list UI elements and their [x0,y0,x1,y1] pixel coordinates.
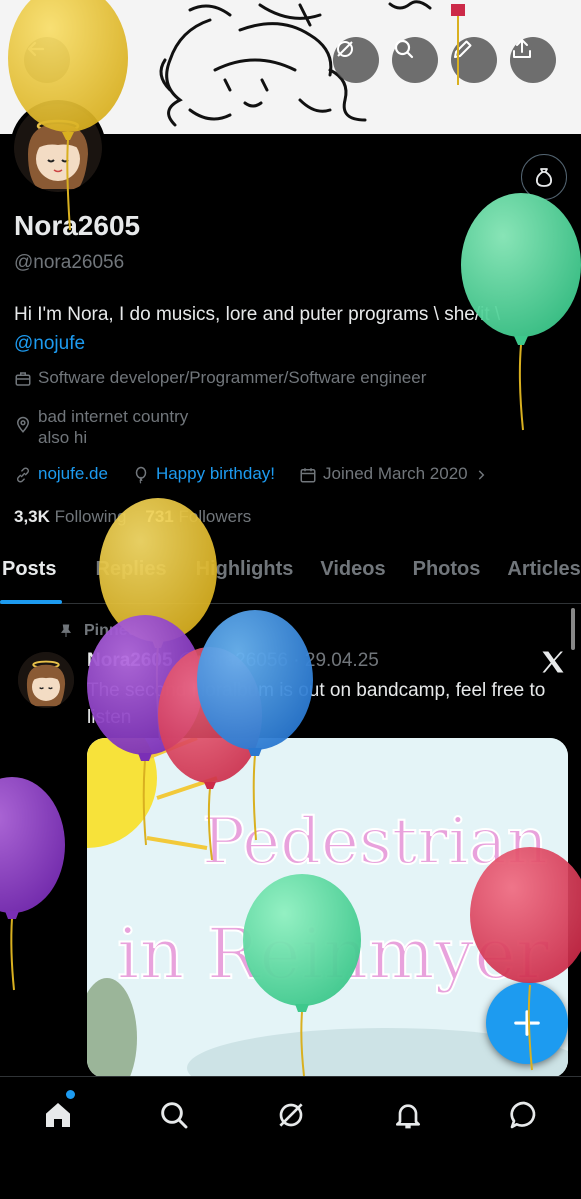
user-handle: @nora26056 [14,252,125,273]
followers-link[interactable]: 731 Followers [145,507,251,526]
location-line2: also hi [38,428,88,447]
tab-highlights[interactable]: Highlights [180,550,307,604]
profile-bio: Hi I'm Nora, I do musics, lore and puter… [14,300,574,358]
share-icon [513,39,531,58]
nav-messages[interactable] [504,1095,544,1135]
x-logo-icon [542,651,564,673]
search-button[interactable] [392,37,438,83]
chevron-right-icon[interactable] [474,468,488,482]
pin-icon [61,624,71,637]
bio-mention-link[interactable]: @nojufe [14,333,85,354]
profile-tabs: Posts Replies Highlights Videos Photos A… [0,550,581,604]
briefcase-icon [15,372,31,386]
balloon-purple-left [0,777,65,991]
bell-icon [396,1104,420,1129]
occupation-text: Software developer/Programmer/Software e… [38,368,427,387]
calendar-icon [300,468,316,483]
following-label: Following [54,507,127,526]
scrollbar[interactable] [571,608,575,650]
balloon-icon [135,466,147,484]
joined-date: Joined March 2020 [323,464,468,483]
tab-articles[interactable]: Articles [493,550,581,604]
website-link[interactable]: nojufe.de [38,464,108,484]
display-name: Nora2605 [14,210,141,241]
post-author-avatar[interactable] [18,652,74,708]
back-button[interactable] [24,37,70,83]
followers-label: Followers [178,507,252,526]
nav-search[interactable] [154,1095,194,1135]
tab-videos[interactable]: Videos [306,550,398,604]
following-count: 3,3K [14,507,50,526]
back-arrow-icon [27,41,45,57]
location-row: bad internet country also hi [14,406,188,448]
post-separator: · [293,650,300,671]
tab-posts[interactable]: Posts [0,550,69,604]
profile-links-row: nojufe.de Happy birthday! Joined March 2… [14,464,506,484]
grok-icon [279,1103,303,1127]
nav-notifications[interactable] [388,1095,428,1135]
tip-button[interactable] [521,154,567,200]
grok-button[interactable] [333,37,379,83]
grok-icon [337,41,353,57]
profile-avatar[interactable] [10,100,106,196]
post-date[interactable]: 29.04.25 [305,650,379,671]
search-icon [161,1102,188,1129]
bio-text: Hi I'm Nora, I do musics, lore and puter… [14,304,501,325]
occupation-row: Software developer/Programmer/Software e… [14,368,426,388]
share-button[interactable] [510,37,556,83]
moneybag-icon [535,168,553,187]
home-icon [46,1103,70,1127]
edit-button[interactable] [451,37,497,83]
post-text: The second Noralbum is out on bandcamp, … [87,680,546,728]
location-pin-icon [16,416,30,433]
chat-bubble-icon [510,1101,536,1129]
birthday-text[interactable]: Happy birthday! [156,464,275,484]
plus-icon [514,1010,540,1036]
avatar-illustration [14,104,102,192]
compose-button[interactable] [486,982,568,1064]
search-icon [394,39,414,59]
nav-home[interactable] [38,1095,78,1135]
post-avatar-illustration [18,652,74,708]
post-author-name[interactable]: Nora2605 [87,650,173,671]
bottom-navigation [0,1076,581,1199]
home-notification-dot [66,1090,75,1099]
followers-count: 731 [145,507,174,526]
album-title-line2: in Reinmyer [117,913,550,995]
location-line1: bad internet country [38,407,189,426]
post-author-handle[interactable]: @nora26056 [178,650,288,671]
pencil-icon [454,40,472,58]
following-link[interactable]: 3,3K Following [14,507,126,526]
tab-photos[interactable]: Photos [399,550,494,604]
follow-stats: 3,3K Following 731 Followers [14,507,251,527]
post-header: Nora2605 @nora26056 · 29.04.25 [87,650,379,672]
album-title-line1: Pedestrian [202,805,548,879]
tab-replies[interactable]: Replies [69,550,179,604]
pinned-label: Pinned [84,622,138,639]
link-icon [16,467,30,483]
nav-grok[interactable] [271,1095,311,1135]
pinned-label-row: Pinned [58,622,137,640]
